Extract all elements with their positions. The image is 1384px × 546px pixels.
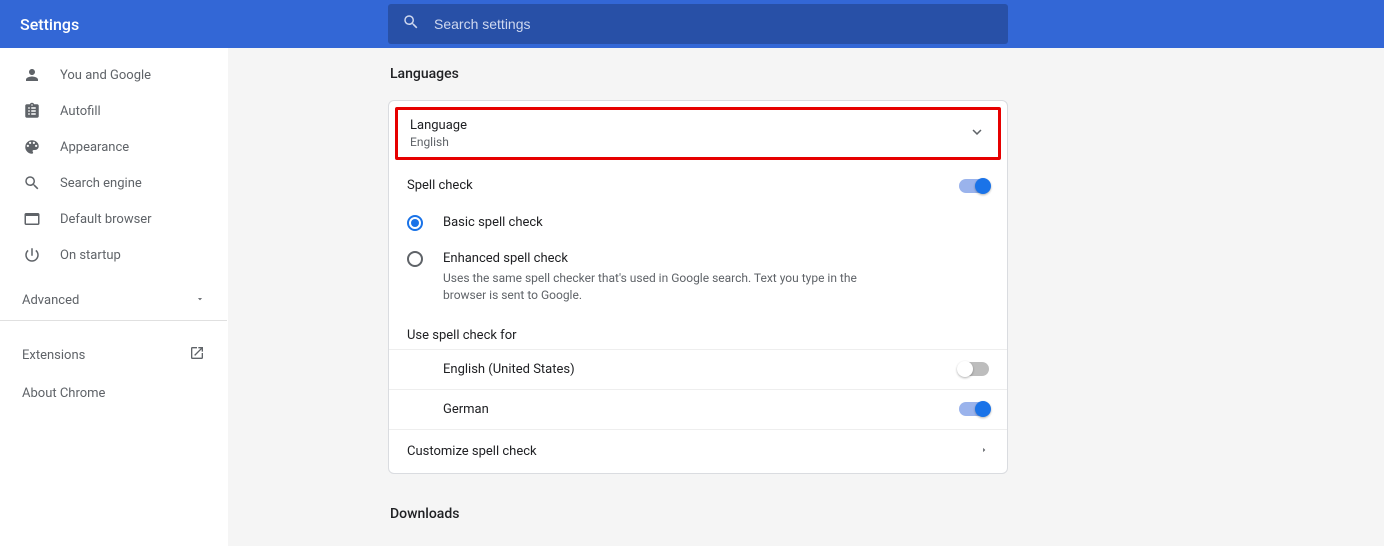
sidebar-item-label: Autofill (60, 104, 101, 119)
person-icon (22, 66, 42, 84)
open-external-icon (189, 345, 205, 365)
sidebar-item-label: On startup (60, 248, 121, 263)
caret-down-icon (195, 293, 205, 308)
use-spell-check-for-label: Use spell check for (389, 314, 1007, 349)
spell-check-toggle[interactable] (959, 179, 989, 193)
sidebar-item-you-and-google[interactable]: You and Google (0, 57, 227, 93)
caret-right-icon (979, 444, 989, 459)
settings-content: Languages Language English Spell check (228, 48, 1384, 546)
sidebar-item-label: Search engine (60, 176, 142, 191)
language-row-value: English (410, 135, 467, 149)
spellcheck-lang-name: German (443, 402, 489, 417)
sidebar-item-label: Default browser (60, 212, 152, 227)
palette-icon (22, 138, 42, 156)
chevron-down-icon (968, 123, 986, 145)
page-title: Settings (20, 15, 388, 34)
enhanced-spell-check-row[interactable]: Enhanced spell check Uses the same spell… (389, 241, 1007, 314)
basic-spell-check-radio[interactable] (407, 215, 423, 231)
search-icon (402, 13, 420, 35)
sidebar-about-chrome[interactable]: About Chrome (0, 375, 227, 411)
advanced-label: Advanced (22, 293, 79, 308)
customize-spell-check-label: Customize spell check (407, 444, 537, 459)
customize-spell-check-row[interactable]: Customize spell check (389, 429, 1007, 473)
enhanced-spell-check-radio[interactable] (407, 251, 423, 267)
extensions-label: Extensions (22, 348, 85, 363)
app-header: Settings (0, 0, 1384, 48)
spellcheck-lang-toggle-german[interactable] (959, 402, 989, 416)
spellcheck-lang-name: English (United States) (443, 362, 575, 377)
sidebar-item-label: Appearance (60, 140, 129, 155)
section-title-downloads: Downloads (390, 506, 1008, 522)
spellcheck-lang-toggle-english-us[interactable] (959, 362, 989, 376)
basic-spell-check-label: Basic spell check (443, 215, 543, 230)
spellcheck-lang-row-english-us: English (United States) (389, 349, 1007, 389)
section-title-languages: Languages (390, 66, 1008, 82)
spell-check-label: Spell check (407, 178, 473, 193)
search-settings[interactable] (388, 4, 1008, 44)
sidebar-extensions[interactable]: Extensions (0, 335, 227, 375)
sidebar: You and Google Autofill Appearance Searc… (0, 48, 228, 546)
sidebar-item-default-browser[interactable]: Default browser (0, 201, 227, 237)
spell-check-row: Spell check (389, 166, 1007, 205)
spellcheck-lang-row-german: German (389, 389, 1007, 429)
sidebar-item-label: You and Google (60, 68, 151, 83)
search-icon (22, 174, 42, 192)
sidebar-advanced[interactable]: Advanced (0, 281, 227, 321)
about-label: About Chrome (22, 386, 105, 401)
power-icon (22, 246, 42, 264)
sidebar-item-search-engine[interactable]: Search engine (0, 165, 227, 201)
sidebar-item-on-startup[interactable]: On startup (0, 237, 227, 273)
basic-spell-check-row[interactable]: Basic spell check (389, 205, 1007, 241)
language-expand-row[interactable]: Language English (395, 107, 1001, 160)
languages-card: Language English Spell check Basic spell… (388, 100, 1008, 474)
language-row-label: Language (410, 118, 467, 133)
enhanced-spell-check-desc: Uses the same spell checker that's used … (443, 270, 863, 304)
clipboard-icon (22, 102, 42, 120)
enhanced-spell-check-label: Enhanced spell check (443, 251, 863, 266)
browser-icon (22, 210, 42, 228)
sidebar-item-autofill[interactable]: Autofill (0, 93, 227, 129)
search-input[interactable] (434, 16, 994, 32)
sidebar-item-appearance[interactable]: Appearance (0, 129, 227, 165)
